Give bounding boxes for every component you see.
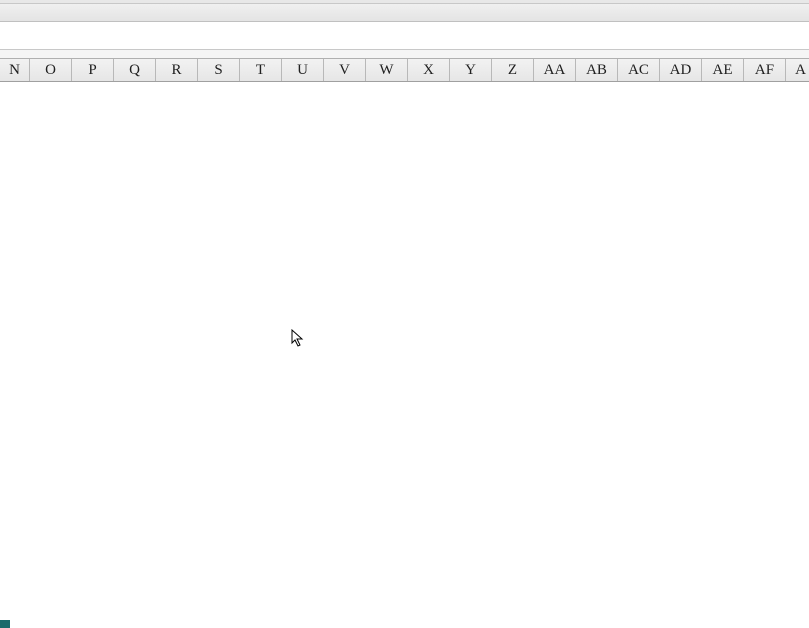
- column-header-R[interactable]: R: [156, 59, 198, 81]
- column-header-N[interactable]: N: [0, 59, 30, 81]
- column-header-AD[interactable]: AD: [660, 59, 702, 81]
- column-header-U[interactable]: U: [282, 59, 324, 81]
- column-header-P[interactable]: P: [72, 59, 114, 81]
- column-header-W[interactable]: W: [366, 59, 408, 81]
- toolbar-area: [0, 4, 809, 22]
- spacer: [0, 50, 809, 58]
- column-header-O[interactable]: O: [30, 59, 72, 81]
- column-header-V[interactable]: V: [324, 59, 366, 81]
- column-header-AF[interactable]: AF: [744, 59, 786, 81]
- column-header-S[interactable]: S: [198, 59, 240, 81]
- column-header-partial[interactable]: A: [786, 59, 809, 81]
- column-header-AA[interactable]: AA: [534, 59, 576, 81]
- column-header-Z[interactable]: Z: [492, 59, 534, 81]
- sheet-tab-indicator[interactable]: [0, 620, 10, 628]
- column-header-X[interactable]: X: [408, 59, 450, 81]
- column-header-AC[interactable]: AC: [618, 59, 660, 81]
- column-headers-row: N O P Q R S T U V W X Y Z AA AB AC AD AE…: [0, 58, 809, 82]
- column-header-T[interactable]: T: [240, 59, 282, 81]
- column-header-AB[interactable]: AB: [576, 59, 618, 81]
- column-header-AE[interactable]: AE: [702, 59, 744, 81]
- formula-bar[interactable]: [0, 22, 809, 50]
- spreadsheet-grid[interactable]: [0, 82, 809, 622]
- column-header-Q[interactable]: Q: [114, 59, 156, 81]
- column-header-Y[interactable]: Y: [450, 59, 492, 81]
